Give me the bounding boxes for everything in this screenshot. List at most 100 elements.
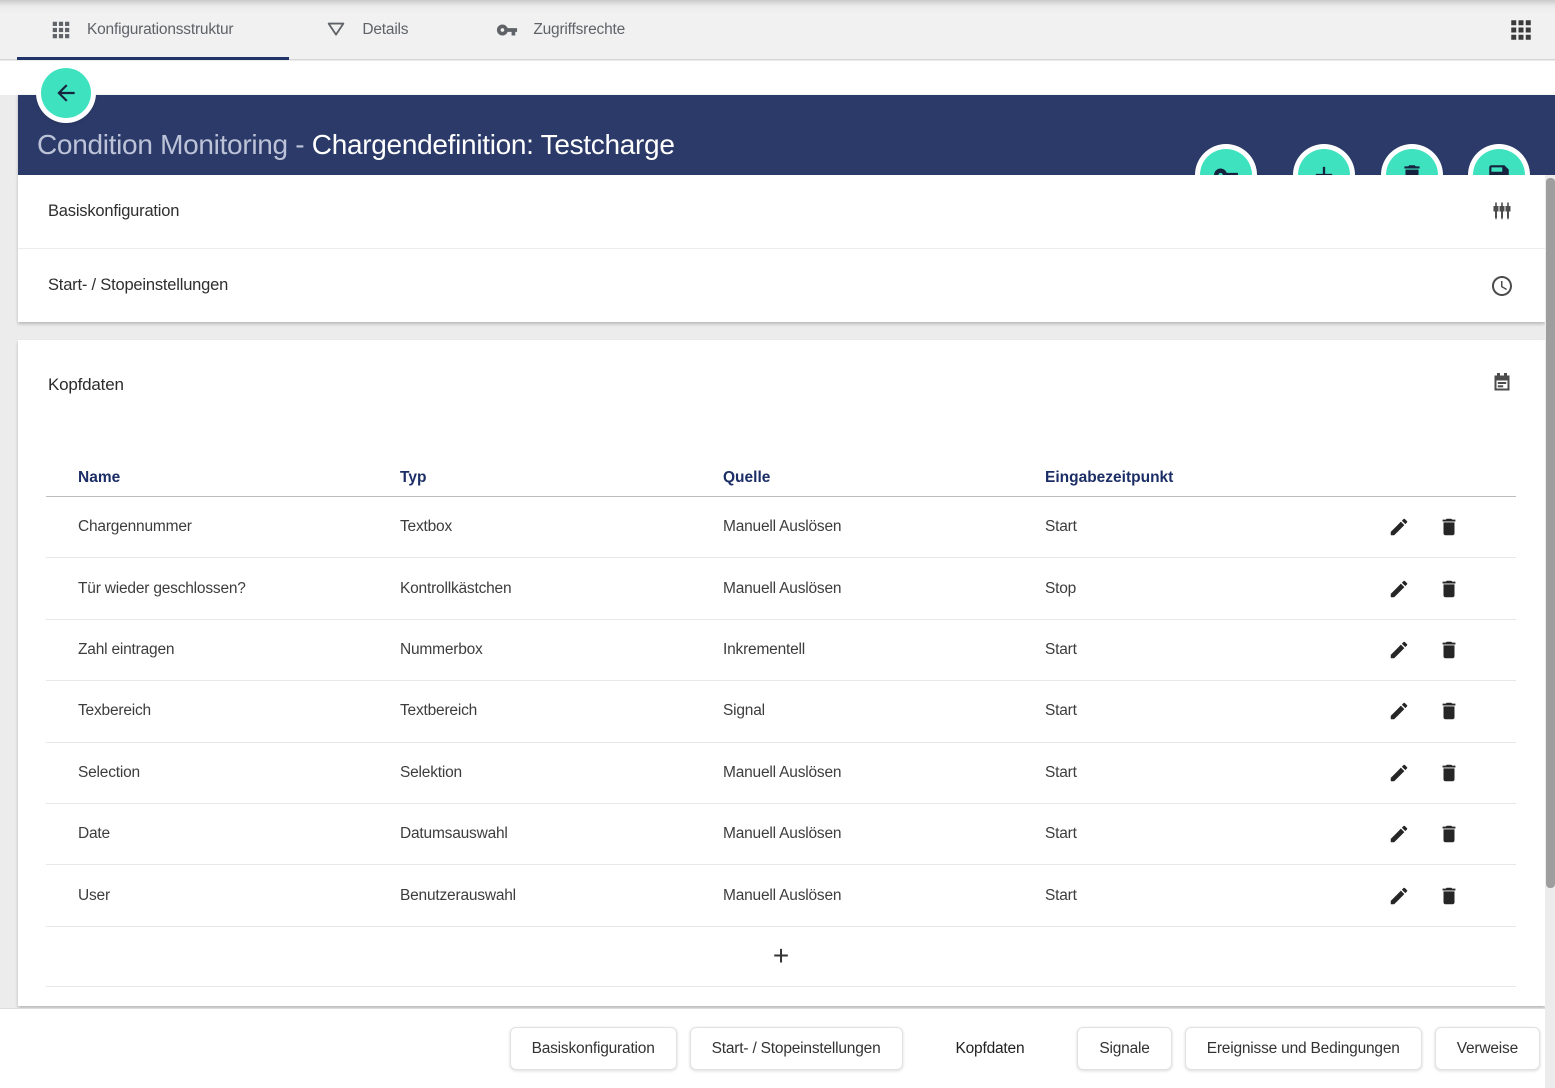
bottom-nav-start-stopeinstellungen[interactable]: Start- / Stopeinstellungen [690, 1027, 903, 1070]
delete-row-button[interactable] [1438, 639, 1460, 661]
arrow-left-icon [53, 80, 79, 106]
edit-row-button[interactable] [1388, 516, 1410, 538]
page-title-main: Chargendefinition: Testcharge [312, 129, 675, 160]
bottom-nav-ereignisse-und-bedingungen[interactable]: Ereignisse und Bedingungen [1185, 1027, 1422, 1070]
table-row: Zahl eintragenNummerboxInkrementellStart [46, 620, 1516, 681]
page-title: Condition Monitoring - Chargendefinition… [37, 129, 675, 161]
table-row: Tür wieder geschlossen?KontrollkästchenM… [46, 558, 1516, 619]
kopfdaten-table: NameTypQuelleEingabezeitpunkt Chargennum… [46, 458, 1516, 987]
cell-eingabezeitpunkt: Start [1045, 702, 1285, 720]
delete-row-button[interactable] [1438, 823, 1460, 845]
tab-label: Details [362, 21, 408, 39]
cell-name: Texbereich [78, 702, 400, 720]
delete-row-button[interactable] [1438, 516, 1460, 538]
filter-icon [325, 19, 347, 41]
table-row: ChargennummerTextboxManuell AuslösenStar… [46, 497, 1516, 558]
row-actions [1388, 639, 1516, 661]
trash-icon [1438, 578, 1460, 600]
cell-typ: Textbox [400, 518, 723, 536]
trash-icon [1438, 823, 1460, 845]
column-header: Eingabezeitpunkt [1045, 469, 1285, 487]
kopfdaten-card: Kopfdaten NameTypQuelleEingabezeitpunkt … [18, 340, 1545, 1006]
delete-row-button[interactable] [1438, 578, 1460, 600]
cell-eingabezeitpunkt: Start [1045, 641, 1285, 659]
pencil-icon [1388, 578, 1410, 600]
cell-eingabezeitpunkt: Start [1045, 764, 1285, 782]
cell-name: Tür wieder geschlossen? [78, 580, 400, 598]
add-row-button[interactable]: + [46, 927, 1516, 987]
page-title-prefix: Condition Monitoring - [37, 129, 312, 160]
grid-icon [50, 19, 72, 41]
cell-quelle: Signal [723, 702, 1045, 720]
edit-row-button[interactable] [1388, 639, 1410, 661]
tab-label: Zugriffsrechte [533, 21, 625, 39]
column-header: Typ [400, 469, 723, 487]
table-row: TexbereichTextbereichSignalStart [46, 681, 1516, 742]
delete-row-button[interactable] [1438, 700, 1460, 722]
cell-name: Date [78, 825, 400, 843]
cell-typ: Datumsauswahl [400, 825, 723, 843]
kopfdaten-title: Kopfdaten [48, 375, 124, 395]
table-row: SelectionSelektionManuell AuslösenStart [46, 743, 1516, 804]
cell-typ: Kontrollkästchen [400, 580, 723, 598]
trash-icon [1438, 762, 1460, 784]
column-header: Name [78, 469, 400, 487]
pencil-icon [1388, 639, 1410, 661]
tab-zugriffsrechte[interactable]: Zugriffsrechte [496, 0, 625, 60]
trash-icon [1438, 700, 1460, 722]
edit-row-button[interactable] [1388, 578, 1410, 600]
cell-quelle: Manuell Auslösen [723, 580, 1045, 598]
cell-name: Zahl eintragen [78, 641, 400, 659]
tune-icon [1490, 200, 1514, 224]
bottom-nav-basiskonfiguration[interactable]: Basiskonfiguration [510, 1027, 677, 1070]
edit-row-button[interactable] [1388, 823, 1410, 845]
row-actions [1388, 823, 1516, 845]
cell-typ: Nummerbox [400, 641, 723, 659]
apps-grid-icon[interactable] [1508, 17, 1534, 43]
edit-row-button[interactable] [1388, 700, 1410, 722]
bottom-nav-verweise[interactable]: Verweise [1435, 1027, 1540, 1070]
bottom-nav-signale[interactable]: Signale [1077, 1027, 1171, 1070]
edit-row-button[interactable] [1388, 885, 1410, 907]
tab-konfigurationsstruktur[interactable]: Konfigurationsstruktur [50, 0, 233, 60]
active-tab-indicator [17, 57, 289, 60]
delete-row-button[interactable] [1438, 885, 1460, 907]
clock-icon [1490, 274, 1514, 298]
pencil-icon [1388, 823, 1410, 845]
pencil-icon [1388, 762, 1410, 784]
top-tab-bar: Konfigurationsstruktur Details Zugriffsrec… [0, 0, 1555, 60]
row-actions [1388, 885, 1516, 907]
cell-typ: Selektion [400, 764, 723, 782]
cell-eingabezeitpunkt: Start [1045, 518, 1285, 536]
edit-row-button[interactable] [1388, 762, 1410, 784]
plus-icon: + [773, 942, 789, 970]
table-row: DateDatumsauswahlManuell AuslösenStart [46, 804, 1516, 865]
pencil-icon [1388, 885, 1410, 907]
scrollbar-track[interactable] [1545, 175, 1555, 1088]
row-actions [1388, 578, 1516, 600]
row-actions [1388, 516, 1516, 538]
section-label: Basiskonfiguration [48, 202, 179, 221]
section-start-stop[interactable]: Start- / Stopeinstellungen [18, 248, 1545, 322]
delete-row-button[interactable] [1438, 762, 1460, 784]
scrollbar-thumb[interactable] [1546, 178, 1555, 888]
bottom-nav-kopfdaten[interactable]: Kopfdaten [935, 1027, 1046, 1070]
pencil-icon [1388, 700, 1410, 722]
section-basiskonfiguration[interactable]: Basiskonfiguration [18, 175, 1545, 248]
bottom-navigation-bar: Basiskonfiguration Start- / Stopeinstellu… [0, 1008, 1555, 1088]
header-top-strip [0, 61, 1555, 95]
table-header-row: NameTypQuelleEingabezeitpunkt [46, 458, 1516, 497]
pencil-icon [1388, 516, 1410, 538]
back-button[interactable] [41, 68, 91, 118]
cell-quelle: Manuell Auslösen [723, 518, 1045, 536]
cell-eingabezeitpunkt: Stop [1045, 580, 1285, 598]
tab-label: Konfigurationsstruktur [87, 21, 233, 39]
cell-eingabezeitpunkt: Start [1045, 887, 1285, 905]
column-header: Quelle [723, 469, 1045, 487]
cell-quelle: Manuell Auslösen [723, 887, 1045, 905]
calendar-icon[interactable] [1490, 371, 1514, 395]
cell-quelle: Inkrementell [723, 641, 1045, 659]
trash-icon [1438, 639, 1460, 661]
trash-icon [1438, 516, 1460, 538]
tab-details[interactable]: Details [325, 0, 408, 60]
